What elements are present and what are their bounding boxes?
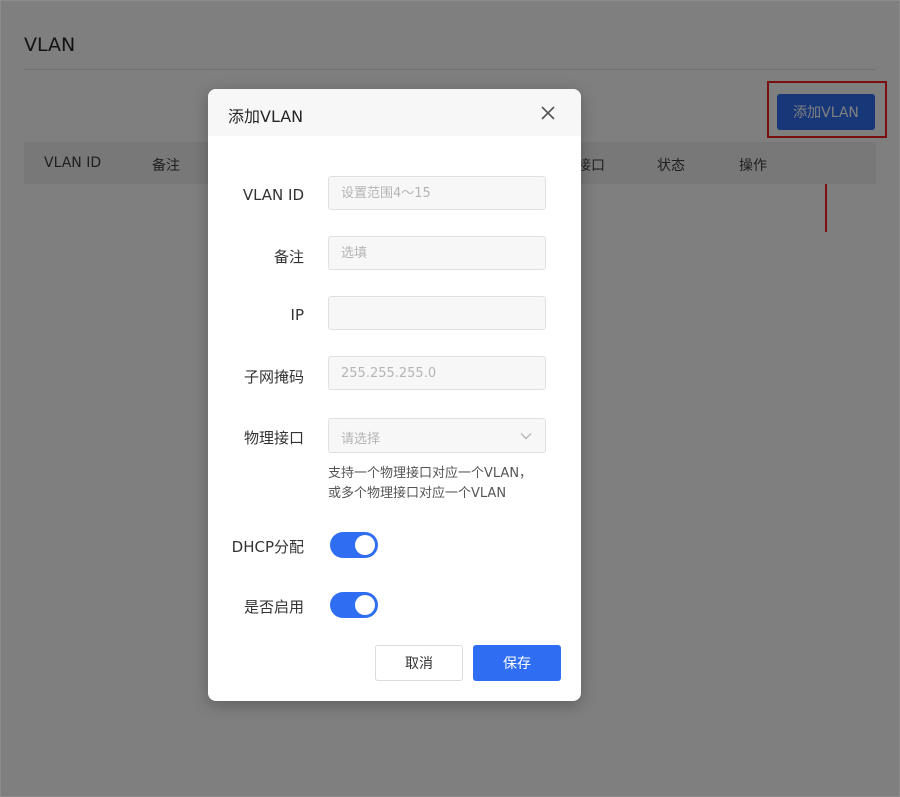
subnet-mask-label: 子网掩码 bbox=[243, 368, 304, 386]
enabled-toggle[interactable] bbox=[330, 592, 378, 618]
hint-line: 或多个物理接口对应一个VLAN bbox=[328, 486, 507, 501]
save-button[interactable]: 保存 bbox=[473, 645, 561, 681]
toggle-knob bbox=[355, 535, 375, 555]
ip-input[interactable] bbox=[328, 296, 546, 330]
chevron-down-icon bbox=[520, 433, 532, 440]
add-vlan-dialog: 添加VLAN VLAN ID 备注 IP 子网掩码 物理接口 请选择 支持一个物… bbox=[208, 89, 581, 701]
cancel-button[interactable]: 取消 bbox=[375, 645, 463, 681]
physical-port-placeholder: 请选择 bbox=[341, 432, 381, 447]
dhcp-toggle[interactable] bbox=[330, 532, 378, 558]
dialog-header: 添加VLAN bbox=[208, 89, 581, 136]
vlan-id-label: VLAN ID bbox=[242, 186, 304, 204]
subnet-mask-input[interactable] bbox=[328, 356, 546, 390]
hint-line: 支持一个物理接口对应一个VLAN， bbox=[328, 466, 533, 481]
physical-port-select[interactable]: 请选择 bbox=[328, 418, 546, 453]
ip-label: IP bbox=[290, 306, 304, 324]
physical-port-label: 物理接口 bbox=[243, 429, 304, 447]
physical-port-hint: 支持一个物理接口对应一个VLAN， 或多个物理接口对应一个VLAN bbox=[328, 464, 532, 504]
dhcp-label: DHCP分配 bbox=[231, 538, 304, 556]
vlan-id-input[interactable] bbox=[328, 176, 546, 210]
remark-input[interactable] bbox=[328, 236, 546, 270]
close-icon[interactable] bbox=[539, 104, 557, 122]
remark-label: 备注 bbox=[273, 248, 304, 266]
enabled-label: 是否启用 bbox=[243, 598, 304, 616]
toggle-knob bbox=[355, 595, 375, 615]
dialog-title: 添加VLAN bbox=[228, 107, 304, 126]
